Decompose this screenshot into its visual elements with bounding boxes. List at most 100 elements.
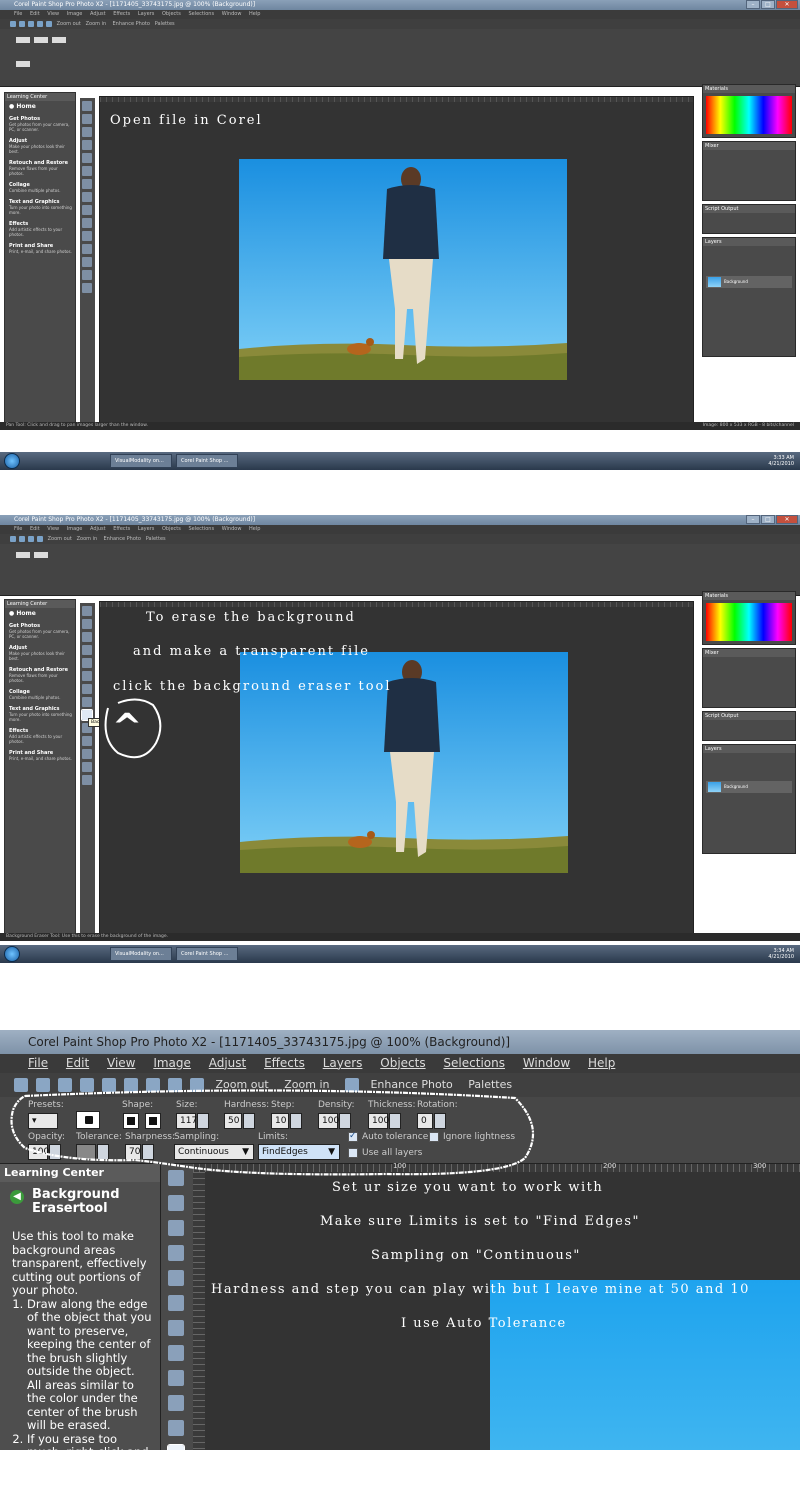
menu-view[interactable]: View — [47, 11, 59, 17]
learning-item-get-photos[interactable]: Get Photos Get photos from your camera, P… — [5, 114, 75, 136]
save-icon[interactable] — [28, 20, 34, 27]
menu-layers[interactable]: Layers — [138, 11, 155, 17]
selection-tool-icon[interactable] — [82, 127, 92, 137]
menu-help[interactable]: Help — [249, 11, 260, 17]
opacity-spinner[interactable] — [49, 1144, 61, 1160]
color-swatch[interactable] — [706, 603, 792, 641]
menu-help[interactable]: Help — [588, 1056, 615, 1070]
thickness-field[interactable]: 100 — [368, 1113, 389, 1129]
shape-tool-icon[interactable] — [82, 270, 92, 280]
thickness-spinner[interactable] — [389, 1113, 401, 1129]
step-spinner[interactable] — [290, 1113, 302, 1129]
pick-tool-icon[interactable] — [168, 1195, 184, 1211]
eraser-tool-icon[interactable] — [168, 1420, 184, 1436]
menu-view[interactable]: View — [107, 1056, 135, 1070]
learning-item-print-share[interactable]: Print and Share Print, e-mail, and share … — [5, 241, 75, 258]
learning-item-effects[interactable]: Effects Add artistic effects to your phot… — [5, 726, 75, 748]
presets-dropdown[interactable]: ▾ — [28, 1113, 58, 1129]
enhance-photo-button[interactable]: Enhance Photo — [113, 21, 150, 27]
menu-effects[interactable]: Effects — [264, 1056, 305, 1070]
menu-layers[interactable]: Layers — [323, 1056, 363, 1070]
straighten-tool-icon[interactable] — [82, 671, 92, 681]
undo-icon[interactable] — [37, 535, 43, 542]
shape-round-button[interactable] — [123, 1113, 139, 1129]
straighten-tool-icon[interactable] — [82, 166, 92, 176]
crop-tool-icon[interactable] — [82, 658, 92, 668]
taskbar-item-browser[interactable]: VisualModality on... — [110, 947, 172, 961]
open-file-icon[interactable] — [36, 1078, 50, 1092]
learning-item-retouch[interactable]: Retouch and Restore Remove flaws from you… — [5, 665, 75, 687]
menu-selections[interactable]: Selections — [443, 1056, 505, 1070]
learning-item-adjust[interactable]: Adjust Make your photos look their best. — [5, 643, 75, 665]
menu-adjust[interactable]: Adjust — [90, 526, 106, 532]
image-canvas[interactable]: Open file in Corel — [99, 96, 694, 430]
background-eraser-tool-icon[interactable] — [167, 1444, 185, 1450]
learning-item-text-graphics[interactable]: Text and Graphics Turn your photo into so… — [5, 704, 75, 726]
menu-image[interactable]: Image — [67, 11, 83, 17]
eraser-tool-icon[interactable] — [82, 231, 92, 241]
sharpness-spinner[interactable] — [142, 1144, 154, 1160]
zoom-in-button[interactable]: Zoom in — [284, 1078, 329, 1091]
rotation-field[interactable]: 0 — [417, 1113, 433, 1129]
zoom-more-field[interactable] — [52, 37, 66, 43]
tolerance-spinner[interactable] — [97, 1144, 109, 1160]
browse-icon[interactable] — [58, 1078, 72, 1092]
learning-item-adjust[interactable]: Adjust Make your photos look their best. — [5, 136, 75, 158]
sharpness-field[interactable]: 70 — [125, 1144, 141, 1160]
dropper-tool-icon[interactable] — [82, 140, 92, 150]
opacity-field[interactable]: 100 — [28, 1144, 49, 1160]
pan-tool-icon[interactable] — [168, 1170, 184, 1186]
start-button[interactable] — [4, 453, 20, 469]
minimize-button[interactable]: – — [746, 515, 760, 524]
new-file-icon[interactable] — [14, 1078, 28, 1092]
minimize-button[interactable]: – — [746, 0, 760, 9]
learning-item-retouch[interactable]: Retouch and Restore Remove flaws from you… — [5, 158, 75, 180]
clone-tool-icon[interactable] — [82, 205, 92, 215]
save-as-icon[interactable] — [102, 1078, 116, 1092]
learning-item-text-graphics[interactable]: Text and Graphics Turn your photo into so… — [5, 197, 75, 219]
straighten-tool-icon[interactable] — [168, 1295, 184, 1311]
enhance-photo-button[interactable]: Enhance Photo — [104, 536, 141, 542]
image-canvas[interactable]: To erase the background and make a trans… — [99, 601, 694, 935]
open-file-icon[interactable] — [19, 20, 25, 27]
learning-item-collage[interactable]: Collage Combine multiple photos. — [5, 687, 75, 704]
menu-window[interactable]: Window — [222, 526, 242, 532]
limits-dropdown[interactable]: FindEdges ▼ — [258, 1144, 340, 1160]
makeover-tool-icon[interactable] — [168, 1345, 184, 1361]
menu-window[interactable]: Window — [222, 11, 242, 17]
learning-item-effects[interactable]: Effects Add artistic effects to your phot… — [5, 219, 75, 241]
image-canvas[interactable]: Set ur size you want to work with Make s… — [205, 1172, 800, 1450]
zoom-out-button[interactable]: Zoom out — [216, 1078, 269, 1091]
menu-effects[interactable]: Effects — [113, 11, 130, 17]
density-field[interactable]: 100 — [318, 1113, 339, 1129]
brush-tip-preview[interactable] — [76, 1111, 100, 1129]
red-eye-tool-icon[interactable] — [82, 684, 92, 694]
dropper-tool-icon[interactable] — [82, 645, 92, 655]
taskbar-item-browser[interactable]: VisualModality on... — [110, 454, 172, 468]
layer-background[interactable]: Background — [706, 276, 792, 288]
red-eye-tool-icon[interactable] — [82, 179, 92, 189]
zoom-out-button[interactable]: Zoom out — [48, 536, 72, 542]
menu-objects[interactable]: Objects — [380, 1056, 425, 1070]
save-icon[interactable] — [28, 535, 34, 542]
info-icon[interactable] — [190, 1078, 204, 1092]
palettes-button[interactable]: Palettes — [155, 21, 175, 27]
paint-brush-tool-icon[interactable] — [168, 1395, 184, 1411]
menu-effects[interactable]: Effects — [113, 526, 130, 532]
red-eye-tool-icon[interactable] — [168, 1320, 184, 1336]
menu-file[interactable]: File — [28, 1056, 48, 1070]
learning-item-get-photos[interactable]: Get Photos Get photos from your camera, P… — [5, 621, 75, 643]
taskbar-item-corel[interactable]: Corel Paint Shop ... — [176, 454, 238, 468]
paint-brush-tool-icon[interactable] — [82, 218, 92, 228]
shape-tool-icon[interactable] — [82, 775, 92, 785]
learning-home-link[interactable]: ● Home — [5, 608, 75, 621]
shape-square-button[interactable] — [145, 1113, 161, 1129]
menu-help[interactable]: Help — [249, 526, 260, 532]
clone-tool-icon[interactable] — [168, 1370, 184, 1386]
zoom-in-button[interactable]: Zoom in — [77, 536, 98, 542]
zoom-in-button[interactable]: Zoom in — [86, 21, 107, 27]
text-tool-icon[interactable] — [82, 762, 92, 772]
undo-icon[interactable] — [37, 20, 43, 27]
palettes-button[interactable]: Palettes — [468, 1078, 512, 1091]
learning-item-collage[interactable]: Collage Combine multiple photos. — [5, 180, 75, 197]
